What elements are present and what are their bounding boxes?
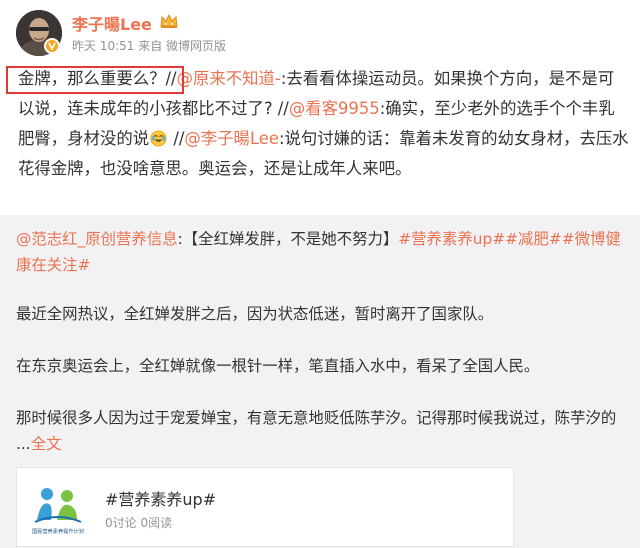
post-text-segment: // [168, 129, 185, 148]
repost-paragraph: 在东京奥运会上，全红婵就像一根针一样，笔直插入水中，看呆了全国人民。 [16, 357, 540, 375]
mention-link[interactable]: @原来不知道- [177, 69, 281, 88]
topic-thumbnail: 国民营养素养提升计划 [27, 478, 89, 538]
full-text-link[interactable]: 全文 [31, 435, 62, 453]
highlight-annotation-box [6, 66, 184, 94]
repost-paragraph: 最近全网热议，全红婵发胖之后，因为状态低迷，暂时离开了国家队。 [16, 305, 494, 323]
reposted-content: @范志红_原创营养信息:【全红婵发胖，不是她不努力】#营养素养up##减肥##微… [0, 215, 640, 548]
topic-card-title[interactable]: #营养素养up# [105, 486, 216, 510]
hashtag-link[interactable]: #营养素养up# [398, 230, 505, 248]
verified-badge-icon [44, 38, 60, 54]
member-crown-icon[interactable] [159, 13, 179, 33]
post-meta: 昨天 10:51 来自 微博网页版 [72, 37, 226, 54]
post-time[interactable]: 昨天 10:51 [72, 39, 134, 53]
laugh-cry-emoji-icon [150, 130, 167, 147]
mention-link[interactable]: @李子暘Lee [184, 129, 279, 148]
repost-paragraph: 那时候很多人因为过于宠爱婵宝，有意无意地贬低陈芋汐。记得那时候我说过，陈芋汐的 … [16, 405, 626, 457]
repost-paragraph-text: 那时候很多人因为过于宠爱婵宝，有意无意地贬低陈芋汐。记得那时候我说过，陈芋汐的 … [16, 409, 617, 453]
repost-header: @范志红_原创营养信息:【全红婵发胖，不是她不努力】#营养素养up##减肥##微… [16, 226, 626, 278]
topic-card-stats: 0讨论 0阅读 [105, 516, 173, 530]
weibo-post: 李子暘Lee 昨天 10:51 来自 微博网页版 金牌，那么重要么？//@原来不… [0, 0, 640, 548]
repost-intro: :【全红婵发胖，不是她不努力】 [177, 230, 399, 248]
topic-card[interactable]: 国民营养素养提升计划 #营养素养up# 0讨论 0阅读 [16, 467, 514, 547]
repost-author-mention[interactable]: @范志红_原创营养信息 [16, 230, 178, 248]
topic-thumbnail-caption: 国民营养素养提升计划 [32, 527, 84, 535]
author-name[interactable]: 李子暘Lee [72, 11, 152, 35]
post-source: 来自 微博网页版 [138, 39, 227, 53]
hashtag-link[interactable]: #减肥# [505, 230, 562, 248]
mention-link[interactable]: @看客9955 [289, 99, 380, 118]
